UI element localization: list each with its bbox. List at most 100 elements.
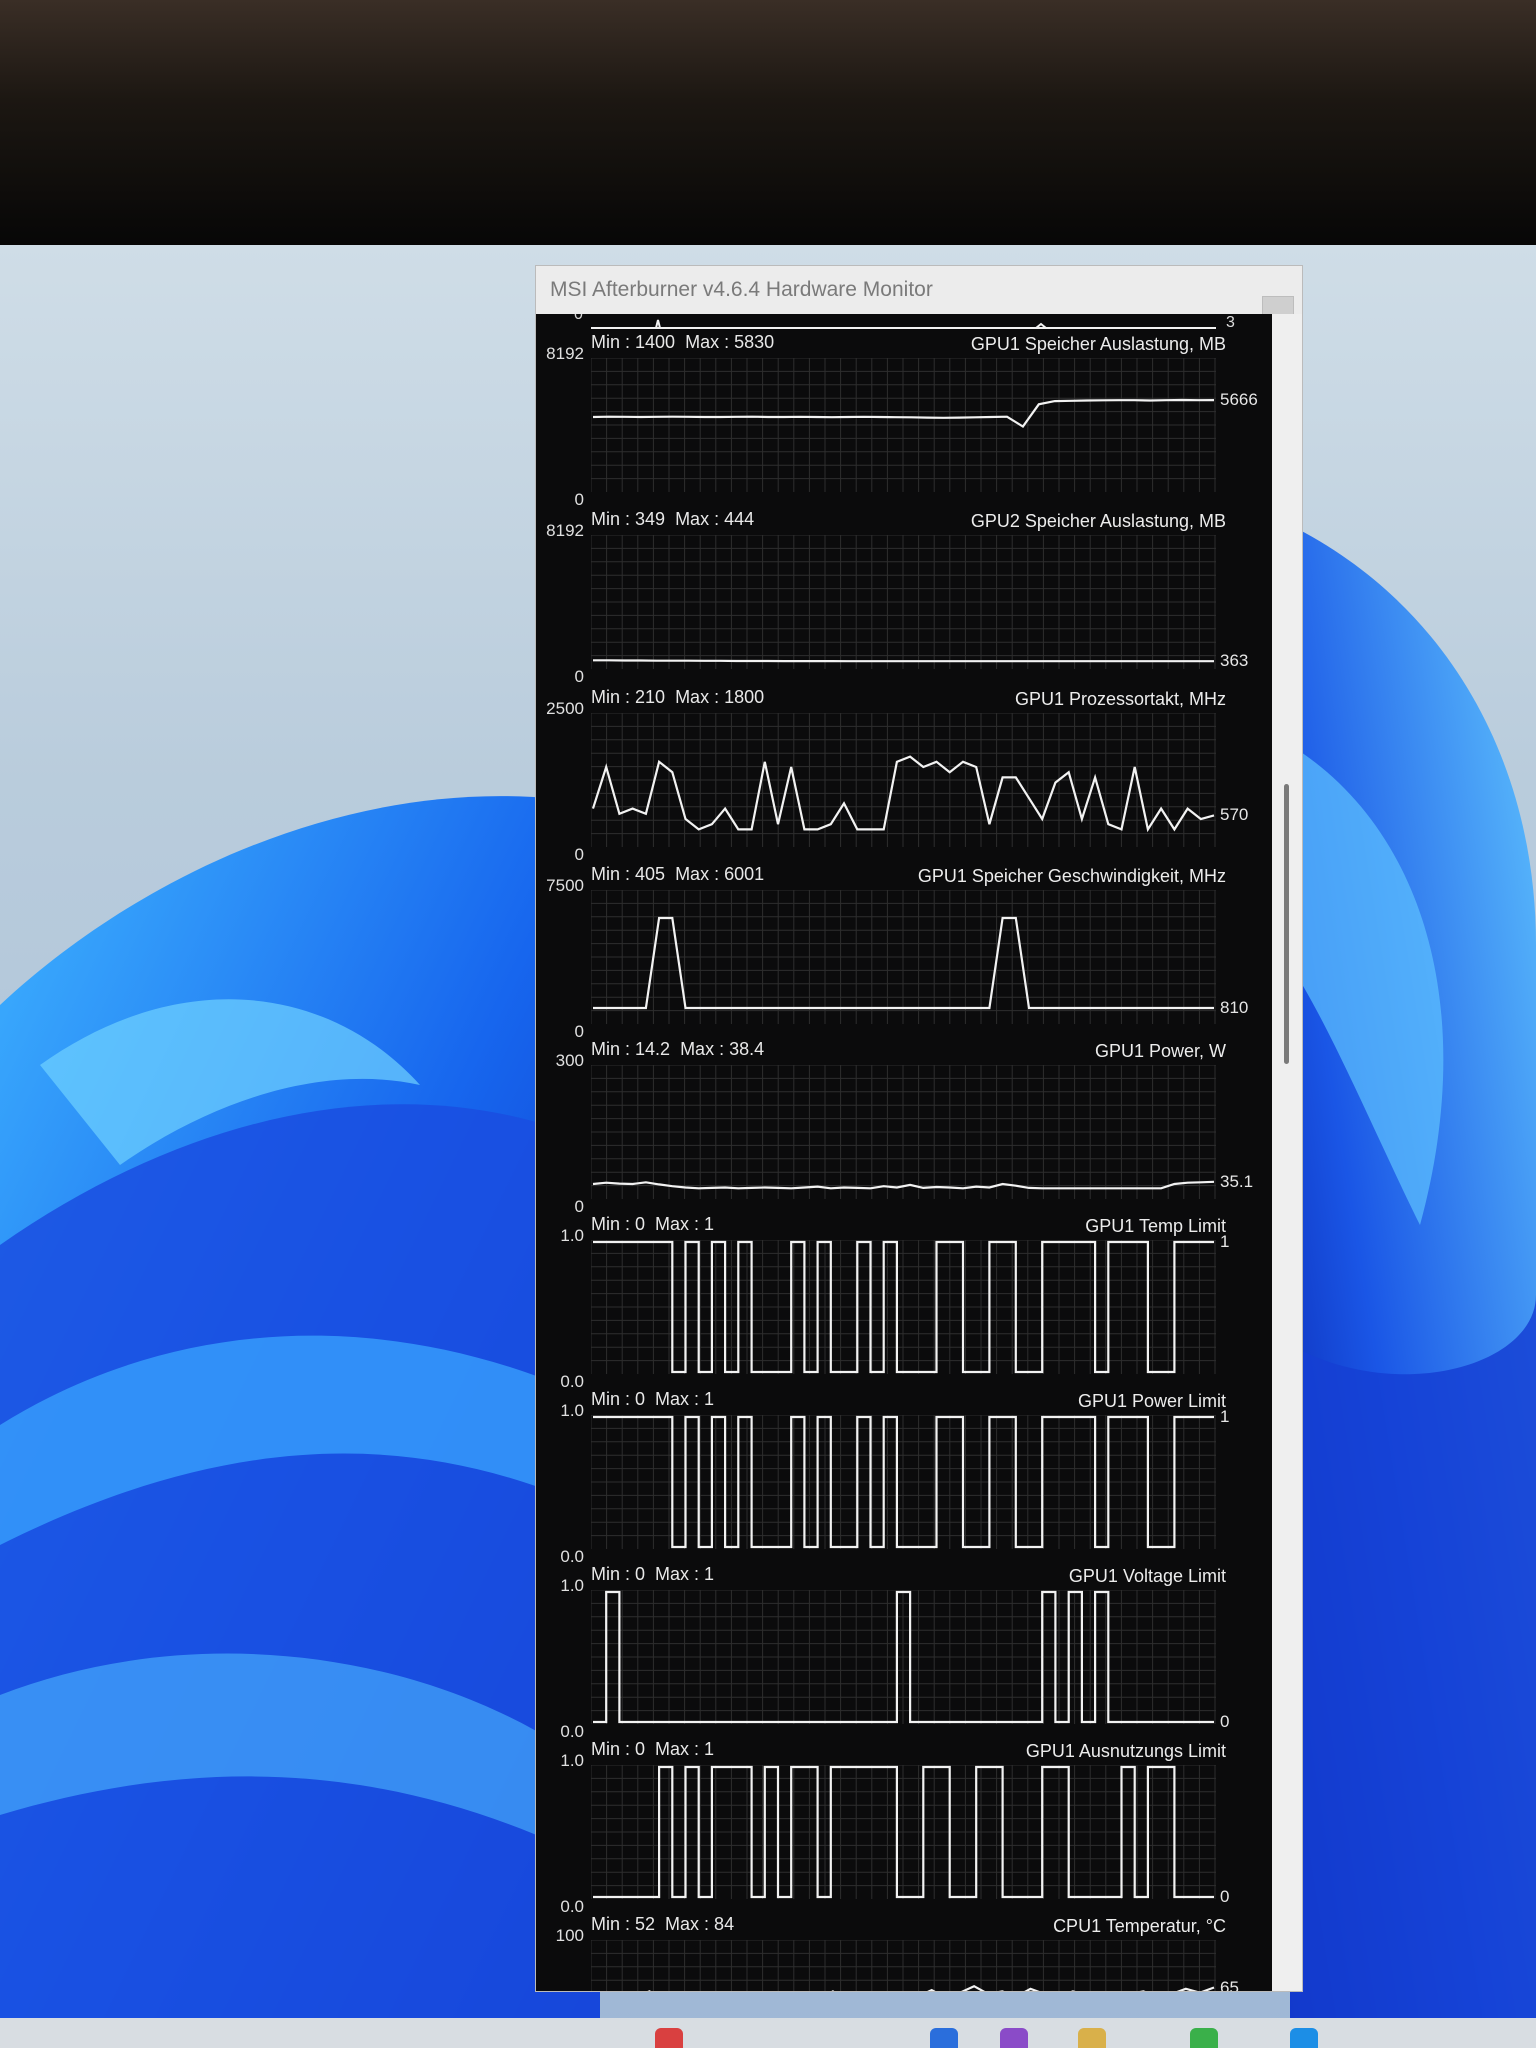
graph-plot (591, 1940, 1216, 1991)
graph-current-value: 1 (1220, 1407, 1230, 1426)
graph-max-label: Max : 444 (675, 509, 755, 529)
top-graph-axis-min: 0 (574, 314, 583, 323)
graph-plot (591, 1590, 1216, 1724)
graph-min-max: Min : 349 Max : 444 (591, 509, 754, 530)
graph-min-max: Min : 0 Max : 1 (591, 1214, 714, 1235)
graph-min-label: Min : 0 (591, 1389, 646, 1409)
monitor-bezel (0, 0, 1536, 250)
taskbar-app-icon[interactable] (930, 2028, 958, 2048)
taskbar-app-icon[interactable] (1290, 2028, 1318, 2048)
graph-panel[interactable]: Min : 349 Max : 444 GPU2 Speicher Auslast… (536, 509, 1272, 686)
graph-trace-line (593, 659, 1214, 663)
graph-max-label: Max : 1 (655, 1214, 715, 1234)
graph-current-value: 5666 (1220, 390, 1258, 410)
graph-min-label: Min : 52 (591, 1914, 656, 1934)
graph-current-value: 35.1 (1220, 1171, 1254, 1191)
graph-min-label: Min : 1400 (591, 332, 676, 352)
graph-axis-max: 1.0 (560, 1576, 584, 1595)
graph-min-max: Min : 52 Max : 84 (591, 1914, 734, 1935)
graph-plot (591, 1240, 1216, 1374)
graph-max-label: Max : 6001 (675, 864, 765, 884)
graph-title: GPU1 Ausnutzungs Limit (1025, 1741, 1226, 1761)
graph-axis-min: 0 (574, 490, 584, 509)
taskbar-app-icon[interactable] (655, 2028, 683, 2048)
taskbar-app-icon[interactable] (1000, 2028, 1028, 2048)
graph-panel[interactable]: Min : 0 Max : 1 GPU1 Temp Limit 1.0 0.0 1 (536, 1214, 1272, 1391)
graph-panel[interactable]: Min : 0 Max : 1 GPU1 Voltage Limit 1.0 0.0 0 (536, 1564, 1272, 1741)
graph-max-label: Max : 84 (665, 1914, 735, 1934)
graph-max-label: Max : 5830 (685, 332, 775, 352)
graph-plot (591, 358, 1216, 492)
graph-min-max: Min : 0 Max : 1 (591, 1739, 714, 1760)
graph-panel[interactable]: Min : 0 Max : 1 GPU1 Power Limit 1.0 0.0 1 (536, 1389, 1272, 1566)
graph-title: GPU1 Power, W (1094, 1041, 1226, 1061)
graph-min-label: Min : 210 (591, 687, 666, 707)
graph-plot (591, 890, 1216, 1024)
hardware-monitor-window: MSI Afterburner v4.6.4 Hardware Monitor … (535, 265, 1303, 1992)
graph-axis-max: 1.0 (560, 1226, 584, 1245)
graph-plot (591, 535, 1216, 669)
graph-current-value: 0 (1220, 1887, 1230, 1906)
graph-panel[interactable]: Min : 52 Max : 84 CPU1 Temperatur, °C 100 6… (536, 1914, 1272, 1991)
window-title: MSI Afterburner v4.6.4 Hardware Monitor (550, 278, 933, 301)
graph-min-max: Min : 1400 Max : 5830 (591, 332, 774, 353)
graph-title: GPU1 Voltage Limit (1068, 1566, 1226, 1586)
graph-max-label: Max : 1 (655, 1564, 715, 1584)
graph-axis-min: 0 (574, 845, 584, 864)
graph-current-value: 65 (1220, 1977, 1239, 1992)
taskbar-app-icon[interactable] (1078, 2028, 1106, 2048)
graph-axis-max: 300 (555, 1051, 584, 1070)
graph-panel[interactable]: Min : 14.2 Max : 38.4 GPU1 Power, W 300 0 35… (536, 1039, 1272, 1216)
graph-axis-max: 8192 (546, 521, 584, 540)
graph-min-label: Min : 0 (591, 1564, 646, 1584)
graph-panel[interactable]: Min : 0 Max : 1 GPU1 Ausnutzungs Limit 1.0… (536, 1739, 1272, 1916)
graph-axis-max: 100 (555, 1926, 584, 1945)
graph-current-value: 363 (1220, 651, 1249, 671)
vertical-scrollbar[interactable] (1272, 314, 1302, 1991)
graph-current-value: 0 (1220, 1712, 1230, 1731)
taskbar-app-icon[interactable] (1190, 2028, 1218, 2048)
graph-title: GPU1 Speicher Geschwindigkeit, MHz (917, 866, 1226, 886)
graph-max-label: Max : 1 (655, 1739, 715, 1759)
graph-title: GPU1 Speicher Auslastung, MB (970, 334, 1226, 354)
graph-axis-max: 7500 (546, 876, 584, 895)
graph-panel[interactable]: Min : 1400 Max : 5830 GPU1 Speicher Ausla… (536, 332, 1272, 509)
graph-min-max: Min : 0 Max : 1 (591, 1389, 714, 1410)
graph-axis-max: 1.0 (560, 1401, 584, 1420)
graph-plot (591, 713, 1216, 847)
graph-min-label: Min : 349 (591, 509, 666, 529)
graph-min-label: Min : 0 (591, 1739, 646, 1759)
graph-min-label: Min : 14.2 (591, 1039, 671, 1059)
graph-axis-max: 2500 (546, 699, 584, 718)
graph-axis-max: 8192 (546, 344, 584, 363)
graph-plot (591, 1415, 1216, 1549)
top-graph-current-value: 3 (1226, 314, 1235, 331)
graph-current-value: 1 (1220, 1232, 1230, 1251)
graph-max-label: Max : 1800 (675, 687, 765, 707)
scrollbar-thumb[interactable] (1284, 784, 1289, 1064)
graph-title: GPU1 Power Limit (1077, 1391, 1226, 1411)
graph-max-label: Max : 1 (655, 1389, 715, 1409)
graph-min-max: Min : 14.2 Max : 38.4 (591, 1039, 764, 1060)
graph-axis-min: 0 (574, 667, 584, 686)
graph-plot (591, 1765, 1216, 1899)
graph-max-label: Max : 38.4 (680, 1039, 765, 1059)
graph-title: CPU1 Temperatur, °C (1053, 1916, 1226, 1936)
graph-min-max: Min : 405 Max : 6001 (591, 864, 764, 885)
monitor-graphs-area[interactable]: 0 3 Min : 1400 Max : 5830 GPU1 Speicher A… (536, 314, 1272, 1991)
graph-title: GPU1 Temp Limit (1085, 1216, 1226, 1236)
graph-title: GPU1 Prozessortakt, MHz (1014, 689, 1226, 709)
graph-title: GPU2 Speicher Auslastung, MB (970, 511, 1226, 531)
graph-min-max: Min : 210 Max : 1800 (591, 687, 764, 708)
graph-panel[interactable]: Min : 405 Max : 6001 GPU1 Speicher Geschw… (536, 864, 1272, 1041)
graph-axis-max: 1.0 (560, 1751, 584, 1770)
graph-min-label: Min : 0 (591, 1214, 646, 1234)
graph-current-value: 570 (1220, 805, 1249, 825)
graph-panel[interactable]: Min : 210 Max : 1800 GPU1 Prozessortakt, … (536, 687, 1272, 864)
graph-current-value: 810 (1220, 997, 1249, 1017)
graph-min-label: Min : 405 (591, 864, 666, 884)
title-bar[interactable]: MSI Afterburner v4.6.4 Hardware Monitor (536, 266, 1302, 328)
top-graph-remnant (591, 319, 1216, 329)
graph-min-max: Min : 0 Max : 1 (591, 1564, 714, 1585)
graph-plot (591, 1065, 1216, 1199)
